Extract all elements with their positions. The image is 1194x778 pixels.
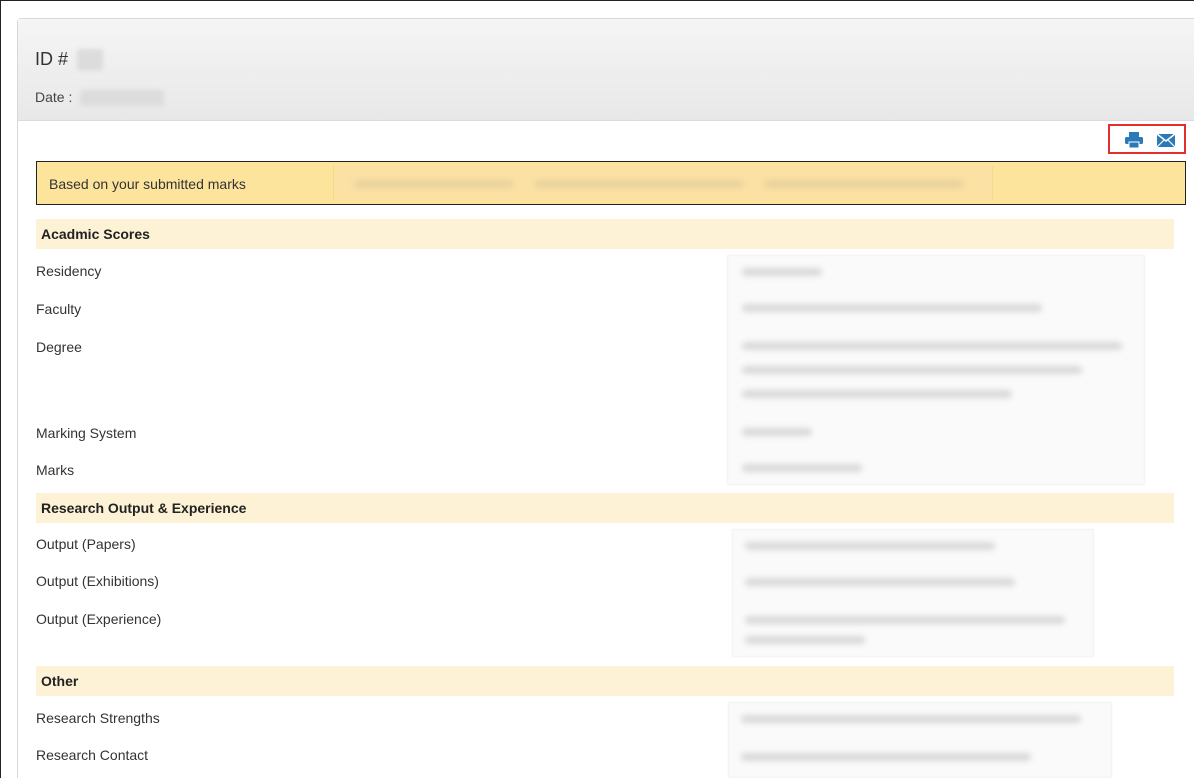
label-faculty: Faculty xyxy=(36,301,82,317)
panel-header: ID # Date : xyxy=(18,19,1194,121)
record-date: Date : xyxy=(35,89,165,107)
alert-text: Based on your submitted marks xyxy=(49,176,246,192)
date-label: Date : xyxy=(35,89,73,105)
section-other: Other xyxy=(36,666,1174,696)
other-values-redacted xyxy=(728,702,1112,778)
academic-values-redacted xyxy=(727,255,1145,485)
alert-value-redacted xyxy=(333,166,993,200)
record-id: ID # xyxy=(35,49,104,72)
label-output-experience: Output (Experience) xyxy=(36,611,162,627)
label-research-strengths: Research Strengths xyxy=(36,710,160,726)
envelope-icon[interactable] xyxy=(1156,131,1176,149)
section-research-output: Research Output & Experience xyxy=(36,493,1174,523)
label-output-exhibitions: Output (Exhibitions) xyxy=(36,573,159,589)
label-marks: Marks xyxy=(36,462,75,478)
label-degree: Degree xyxy=(36,339,82,355)
label-research-contact: Research Contact xyxy=(36,747,149,763)
date-value-redacted xyxy=(80,90,165,107)
label-marking-system: Marking System xyxy=(36,425,137,441)
id-value-redacted xyxy=(77,49,104,72)
research-values-redacted xyxy=(732,529,1094,657)
printer-icon[interactable] xyxy=(1124,131,1144,149)
action-icons-group xyxy=(1108,124,1186,154)
marks-alert: Based on your submitted marks xyxy=(36,161,1186,205)
id-label: ID # xyxy=(35,49,69,69)
label-output-papers: Output (Papers) xyxy=(36,536,136,552)
section-academic-scores: Acadmic Scores xyxy=(36,219,1174,249)
label-residency: Residency xyxy=(36,263,102,279)
